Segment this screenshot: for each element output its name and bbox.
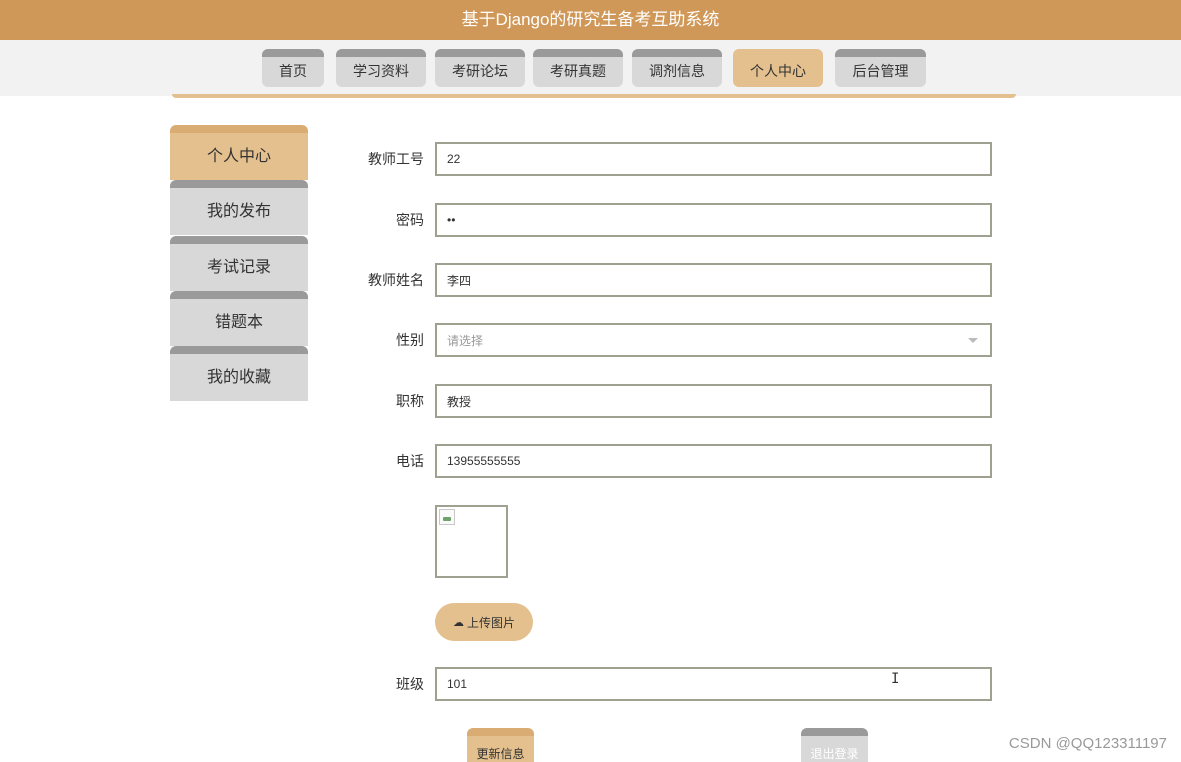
gender-placeholder: 请选择	[447, 333, 484, 348]
sidebar-item-exam-records[interactable]: 考试记录	[170, 236, 308, 291]
broken-image-icon	[439, 509, 455, 525]
nav-personal-center[interactable]: 个人中心	[733, 49, 823, 87]
sidebar-item-favorites[interactable]: 我的收藏	[170, 346, 308, 401]
class-label: 班级	[396, 676, 424, 692]
phone-input[interactable]	[435, 444, 992, 478]
nav-admin[interactable]: 后台管理	[835, 49, 926, 87]
top-nav: 首页 学习资料 考研论坛 考研真题 调剂信息 个人中心 后台管理	[0, 40, 1181, 96]
sidebar-item-wrong-questions[interactable]: 错题本	[170, 291, 308, 346]
chevron-down-icon	[968, 337, 978, 343]
password-label: 密码	[396, 212, 424, 228]
class-input[interactable]	[435, 667, 992, 701]
cloud-upload-icon: ☁	[452, 616, 464, 629]
title-input[interactable]	[435, 384, 992, 418]
teacher-name-label: 教师姓名	[368, 272, 424, 288]
watermark: CSDN @QQ123311197	[1008, 735, 1167, 752]
nav-past-exams[interactable]: 考研真题	[533, 49, 623, 87]
sidebar-item-my-posts[interactable]: 我的发布	[170, 180, 308, 235]
nav-study-materials[interactable]: 学习资料	[336, 49, 426, 87]
upload-image-button[interactable]: ☁ 上传图片	[435, 603, 533, 641]
password-input[interactable]	[435, 203, 992, 237]
teacher-id-input[interactable]	[435, 142, 992, 176]
nav-home[interactable]: 首页	[262, 49, 324, 87]
teacher-id-label: 教师工号	[368, 151, 424, 167]
update-info-button[interactable]: 更新信息	[467, 728, 534, 762]
nav-forum[interactable]: 考研论坛	[435, 49, 525, 87]
site-title: 基于Django的研究生备考互助系统	[461, 10, 720, 29]
nav-transfer-info[interactable]: 调剂信息	[632, 49, 722, 87]
site-header: 基于Django的研究生备考互助系统	[0, 0, 1181, 40]
phone-label: 电话	[396, 453, 424, 469]
upload-image-label: 上传图片	[466, 615, 515, 630]
sidebar-item-personal-center[interactable]: 个人中心	[170, 125, 308, 180]
logout-button[interactable]: 退出登录	[801, 728, 868, 762]
teacher-name-input[interactable]	[435, 263, 992, 297]
avatar-preview	[435, 505, 508, 578]
gender-label: 性别	[396, 332, 424, 348]
gender-select[interactable]: 请选择	[435, 323, 992, 357]
text-cursor-icon: I	[891, 671, 900, 687]
title-label: 职称	[396, 393, 424, 409]
nav-underline	[172, 94, 1016, 98]
